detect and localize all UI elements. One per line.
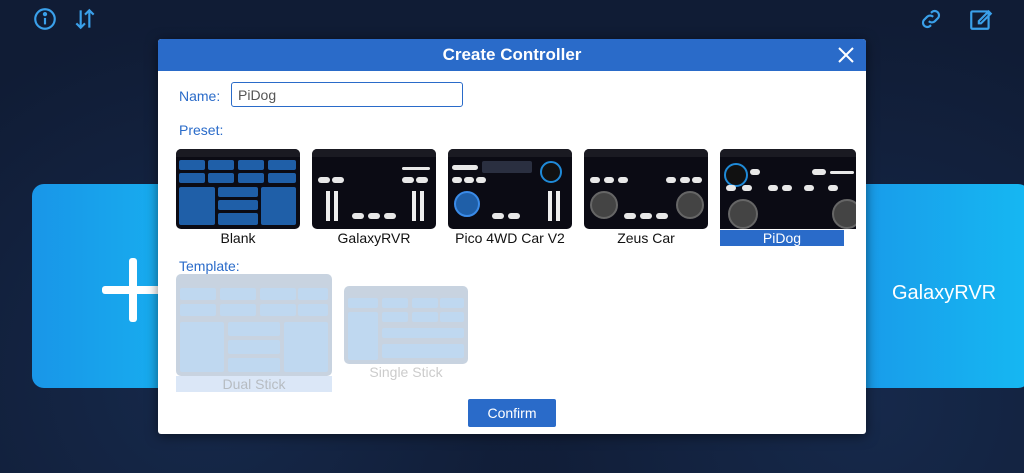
preset-thumbnail [584, 149, 708, 229]
link-icon[interactable] [918, 6, 944, 32]
template-thumbnail [344, 286, 468, 364]
preset-label-blank: Blank [220, 230, 256, 246]
preset-label-pico-4wd-car-v2: Pico 4WD Car V2 [455, 230, 565, 246]
template-label-single-stick: Single Stick [369, 364, 443, 380]
preset-pidog[interactable]: PiDog [720, 149, 856, 246]
edit-icon[interactable] [968, 6, 994, 32]
preset-thumbnail [176, 149, 300, 229]
sort-icon[interactable] [72, 6, 98, 32]
preset-thumbnail [720, 149, 856, 229]
controller-card-label: GalaxyRVR [892, 282, 997, 304]
preset-pico-4wd-car-v2[interactable]: Pico 4WD Car V2 [448, 149, 572, 246]
preset-label: Preset: [179, 122, 224, 138]
preset-zeus-car[interactable]: Zeus Car [584, 149, 708, 246]
template-label-dual-stick: Dual Stick [176, 376, 332, 392]
template-dual-stick[interactable]: Dual Stick [176, 274, 332, 392]
dialog-title: Create Controller [442, 45, 582, 64]
close-icon[interactable] [836, 45, 856, 65]
template-thumbnail [176, 274, 332, 376]
preset-thumbnail [448, 149, 572, 229]
name-label: Name: [179, 88, 221, 104]
dialog-header: Create Controller [158, 39, 866, 71]
preset-list: Blank GalaxyRVR Pico 4WD Car V2 Zeus Car… [176, 149, 866, 259]
name-input[interactable] [231, 82, 463, 107]
create-controller-dialog: Create Controller Name: Preset: [158, 39, 866, 434]
preset-galaxyrvr[interactable]: GalaxyRVR [312, 149, 436, 246]
template-label: Template: [179, 258, 240, 274]
preset-thumbnail [312, 149, 436, 229]
info-icon[interactable] [32, 6, 58, 32]
preset-label-zeus-car: Zeus Car [617, 230, 675, 246]
preset-label-pidog: PiDog [720, 230, 844, 246]
preset-blank[interactable]: Blank [176, 149, 300, 246]
template-single-stick[interactable]: Single Stick [344, 286, 468, 380]
confirm-button[interactable]: Confirm [468, 399, 556, 427]
plus-icon [102, 258, 162, 322]
preset-label-galaxyrvr: GalaxyRVR [337, 230, 411, 246]
